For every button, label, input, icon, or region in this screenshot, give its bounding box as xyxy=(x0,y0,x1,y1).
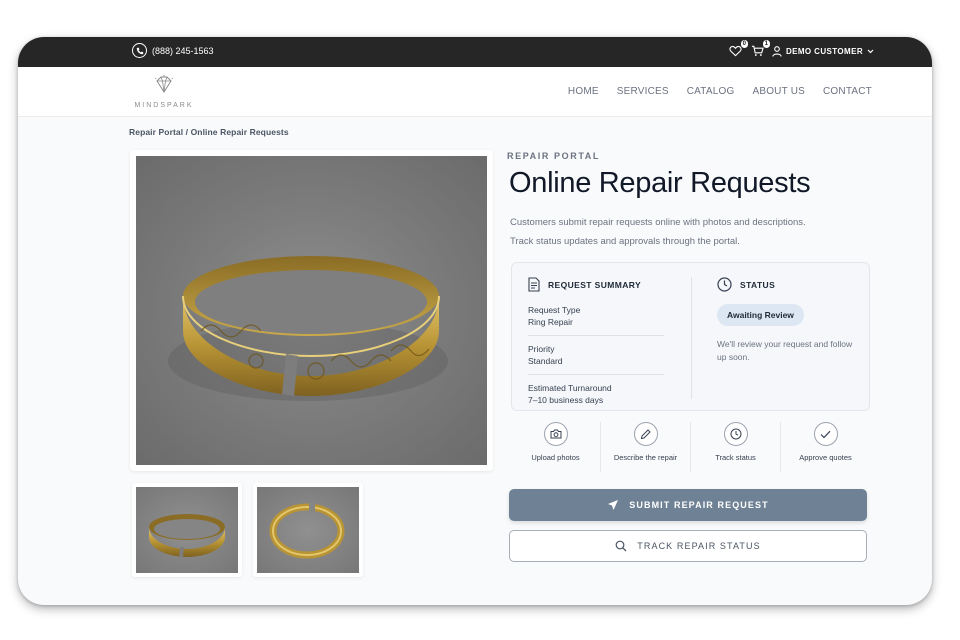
step-label: Describe the repair xyxy=(613,453,678,462)
field-label: Request Type xyxy=(528,305,581,315)
field-value: 7–10 business days xyxy=(528,395,604,405)
nav-item-catalog[interactable]: CATALOG xyxy=(687,86,735,97)
main-ring-photo xyxy=(130,150,493,471)
status-header: STATUS xyxy=(717,277,857,292)
submit-label: SUBMIT REPAIR REQUEST xyxy=(629,500,769,510)
process-steps: Upload photos Describe the repair Track … xyxy=(511,422,870,472)
phone-icon xyxy=(132,43,147,58)
status-heading: STATUS xyxy=(740,279,776,290)
step-approve-quotes[interactable]: Approve quotes xyxy=(781,422,870,472)
ring-thumbnail-top xyxy=(269,502,345,559)
brand-name: MINDSPARK xyxy=(134,102,194,109)
ring-image xyxy=(136,156,487,465)
status-badge: Awaiting Review xyxy=(717,304,804,326)
track-repair-status-button[interactable]: TRACK REPAIR STATUS xyxy=(509,530,867,562)
description-line-1: Customers submit repair requests online … xyxy=(510,217,806,228)
description-line-2: Track status updates and approvals throu… xyxy=(510,236,740,247)
check-icon xyxy=(813,422,838,446)
nav-item-services[interactable]: SERVICES xyxy=(617,86,669,97)
step-upload-photos[interactable]: Upload photos xyxy=(511,422,601,472)
user-icon xyxy=(772,45,782,57)
top-bar: (888) 245-1563 0 1 DEMO CUSTOMER xyxy=(18,37,932,67)
cart-button[interactable]: 1 xyxy=(750,40,770,58)
step-label: Track status xyxy=(715,453,756,462)
chevron-down-icon xyxy=(867,49,874,53)
nav-menu: HOME SERVICES CATALOG ABOUT US CONTACT xyxy=(568,86,872,97)
heart-icon xyxy=(729,45,743,57)
clock-icon xyxy=(723,422,748,446)
step-label: Upload photos xyxy=(531,453,580,462)
summary-heading: REQUEST SUMMARY xyxy=(548,279,642,290)
card-divider xyxy=(691,277,692,399)
step-label: Approve quotes xyxy=(799,453,852,462)
account-menu[interactable]: DEMO CUSTOMER xyxy=(772,45,874,57)
account-tools: 0 1 DEMO CUSTOMER xyxy=(728,40,874,58)
request-summary: REQUEST SUMMARY Request Type Ring Repair… xyxy=(528,277,664,413)
thumbnail-1[interactable] xyxy=(132,483,242,577)
summary-header: REQUEST SUMMARY xyxy=(528,277,664,292)
nav-item-about-us[interactable]: ABOUT US xyxy=(752,86,805,97)
breadcrumb[interactable]: Repair Portal / Online Repair Requests xyxy=(129,127,289,137)
search-icon xyxy=(615,540,627,552)
nav-item-contact[interactable]: CONTACT xyxy=(823,86,872,97)
request-summary-card: REQUEST SUMMARY Request Type Ring Repair… xyxy=(511,262,870,411)
wishlist-button[interactable]: 0 xyxy=(728,40,748,58)
field-turnaround: Estimated Turnaround 7–10 business days xyxy=(528,382,664,413)
nav-item-home[interactable]: HOME xyxy=(568,86,599,97)
wishlist-count-badge: 0 xyxy=(740,40,748,48)
field-label: Priority xyxy=(528,344,555,354)
diamond-logo-icon xyxy=(154,75,174,93)
phone-number: (888) 245-1563 xyxy=(152,45,214,56)
track-label: TRACK REPAIR STATUS xyxy=(637,541,761,551)
browser-frame: (888) 245-1563 0 1 DEMO CUSTOMER MINDSPA… xyxy=(18,37,932,605)
page-title: Online Repair Requests xyxy=(509,167,811,199)
field-label: Estimated Turnaround xyxy=(528,383,612,393)
send-icon xyxy=(608,500,619,510)
pencil-icon xyxy=(633,422,658,446)
brand-logo[interactable]: MINDSPARK xyxy=(130,75,198,109)
step-describe-repair[interactable]: Describe the repair xyxy=(601,422,691,472)
thumbnail-2[interactable] xyxy=(253,483,363,577)
account-name: DEMO CUSTOMER xyxy=(785,46,863,56)
clock-icon xyxy=(717,277,732,292)
field-value: Ring Repair xyxy=(528,317,573,327)
document-icon xyxy=(528,277,540,292)
field-value: Standard xyxy=(528,356,563,366)
step-track-status[interactable]: Track status xyxy=(691,422,781,472)
cart-count-badge: 1 xyxy=(762,40,770,48)
cart-icon xyxy=(752,45,765,56)
broken-ring-illustration xyxy=(168,256,448,401)
camera-icon xyxy=(543,422,568,446)
field-priority: Priority Standard xyxy=(528,343,664,375)
main-navigation: MINDSPARK HOME SERVICES CATALOG ABOUT US… xyxy=(18,67,932,117)
ring-thumbnail-front xyxy=(149,514,225,557)
thumbnail-image-2 xyxy=(257,487,359,573)
status-note: We'll review your request and follow up … xyxy=(717,339,853,362)
submit-repair-request-button[interactable]: SUBMIT REPAIR REQUEST xyxy=(509,489,867,521)
field-request-type: Request Type Ring Repair xyxy=(528,304,664,336)
status-panel: STATUS Awaiting Review We'll review your… xyxy=(717,277,857,364)
phone-contact[interactable]: (888) 245-1563 xyxy=(132,43,214,58)
page-description: Customers submit repair requests online … xyxy=(510,213,860,251)
thumbnail-image-1 xyxy=(136,487,238,573)
page-eyebrow: REPAIR PORTAL xyxy=(507,151,600,161)
